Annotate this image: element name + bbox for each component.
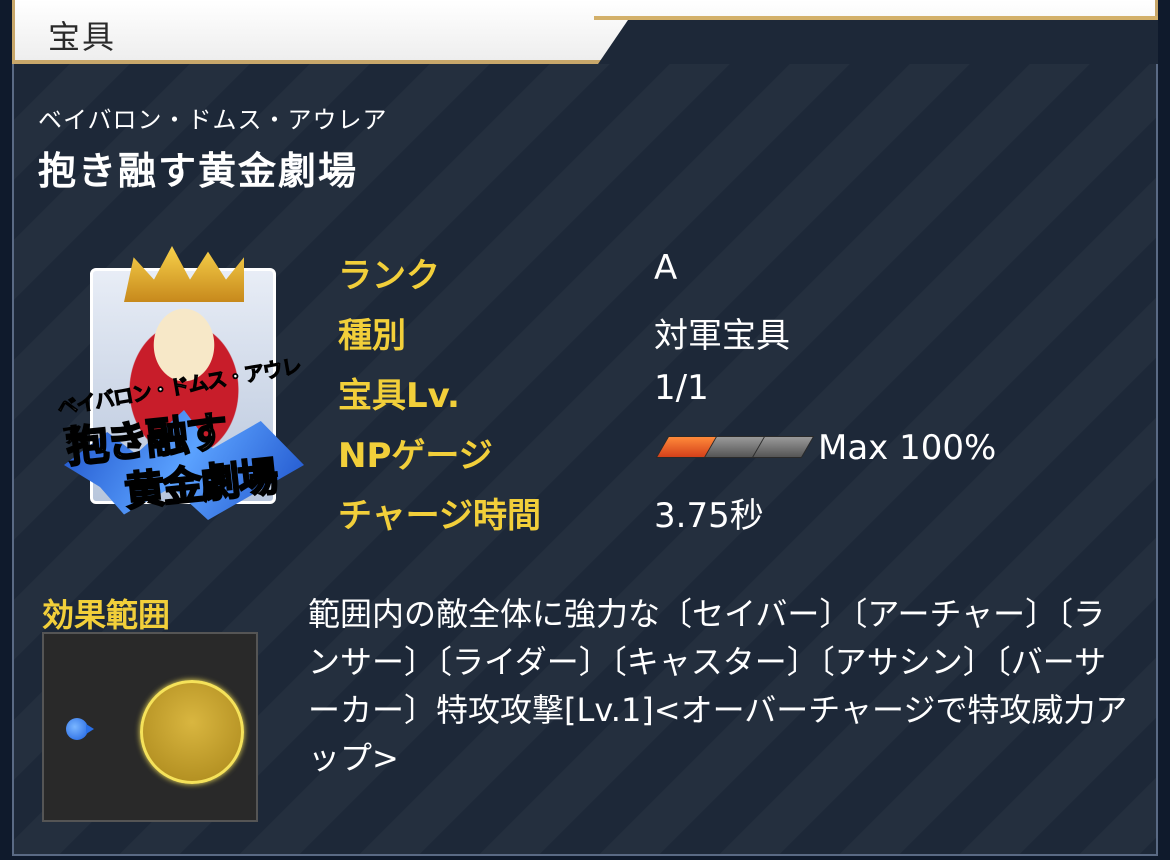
- np-card-image: ベイバロン・ドムス・アウレア 抱き融す 黄金劇場: [54, 240, 310, 530]
- header-divider: [594, 16, 1158, 20]
- effect-range-diagram: [42, 632, 258, 822]
- type-value: 対軍宝具: [654, 316, 790, 356]
- np-name: 抱き融す黄金劇場: [38, 149, 359, 193]
- charge-time-value: 3.75秒: [654, 496, 764, 536]
- effect-range-label: 効果範囲: [42, 596, 171, 634]
- np-gauge-value: Max 100%: [818, 428, 997, 468]
- np-gauge: [655, 436, 815, 458]
- np-gauge-segment: [751, 436, 815, 458]
- section-title: 宝具: [48, 18, 117, 56]
- np-ruby-text: ベイバロン・ドムス・アウレア: [38, 106, 388, 134]
- np-level-value: 1/1: [654, 368, 709, 408]
- rank-label: ランク: [338, 256, 440, 296]
- direction-arrow-icon: [86, 724, 94, 734]
- player-marker-icon: [66, 718, 88, 740]
- effect-description: 範囲内の敵全体に強力な〔セイバー〕〔アーチャー〕〔ランサー〕〔ライダー〕〔キャス…: [308, 595, 1128, 777]
- rank-value: A: [654, 248, 678, 288]
- target-area-circle: [140, 680, 244, 784]
- type-label: 種別: [338, 316, 406, 356]
- np-gauge-label: NPゲージ: [338, 436, 493, 476]
- header-dark-area: [598, 20, 1158, 64]
- np-level-label: 宝具Lv.: [338, 376, 460, 416]
- charge-time-label: チャージ時間: [338, 496, 541, 536]
